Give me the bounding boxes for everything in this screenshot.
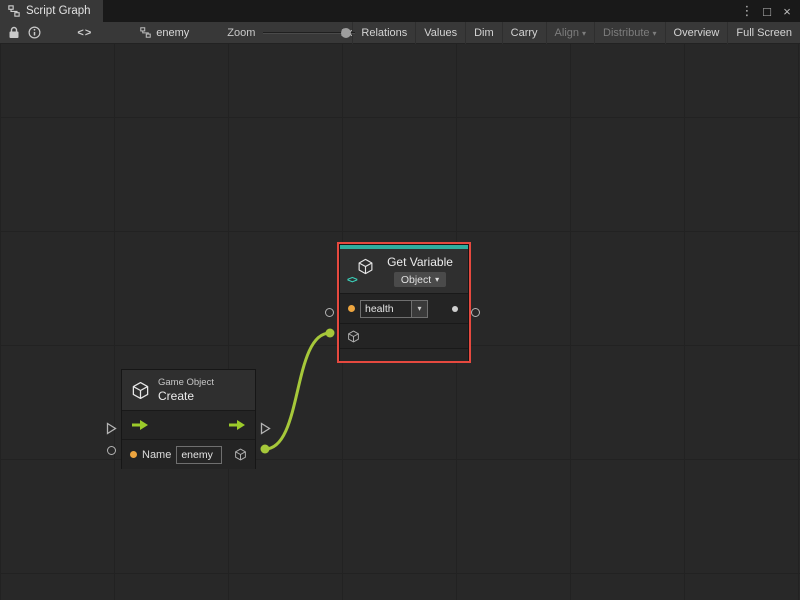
flow-out-arrow-icon [229, 420, 245, 430]
variable-cube-icon: <> [348, 258, 374, 284]
gameobject-cube-icon [347, 330, 360, 343]
name-row: Name [122, 440, 255, 469]
menu-icon[interactable]: ⋮ [738, 3, 756, 19]
node-header[interactable]: <> Get Variable Object ▾ [340, 249, 468, 293]
node-header[interactable]: Game Object Create [122, 370, 255, 410]
caret-down-icon: ▾ [582, 29, 586, 38]
carry-button[interactable]: Carry [502, 22, 546, 44]
variable-name-dropdown[interactable]: ▾ [412, 300, 428, 318]
lock-icon[interactable] [8, 22, 20, 44]
flow-in-arrow-icon [132, 420, 148, 430]
variable-name-field[interactable] [360, 300, 412, 318]
overview-button[interactable]: Overview [665, 22, 728, 44]
toolbar-buttons: Relations Values Dim Carry Align▾ Distri… [352, 22, 800, 44]
connection-wire[interactable] [265, 333, 330, 449]
distribute-button: Distribute▾ [594, 22, 664, 44]
string-port-icon [130, 451, 137, 458]
zoom-slider[interactable] [263, 22, 334, 44]
toolbar: <> enemy Zoom 1x Relations Values Dim Ca… [0, 22, 800, 44]
flow-row [122, 411, 255, 439]
graph-canvas[interactable]: <> Get Variable Object ▾ ▾ [0, 44, 800, 600]
name-input-port[interactable] [107, 446, 116, 455]
value-output-port[interactable] [471, 308, 480, 317]
node-title: Get Variable [387, 255, 453, 269]
value-output-icon [452, 306, 458, 312]
code-icon[interactable]: <> [77, 27, 92, 39]
name-label: Name [142, 449, 171, 461]
variable-name-row: ▾ [340, 294, 468, 323]
titlebar: Script Graph ⋮ □ × [0, 0, 800, 22]
string-port-icon [348, 305, 355, 312]
relations-button[interactable]: Relations [352, 22, 415, 44]
graph-icon [8, 5, 20, 17]
node-subtitle: Game Object [158, 377, 214, 388]
name-field[interactable] [176, 446, 222, 464]
flow-input-port[interactable] [106, 422, 117, 440]
variable-kind-dropdown[interactable]: Object ▾ [394, 272, 446, 287]
info-icon[interactable] [28, 22, 41, 44]
caret-down-icon: ▾ [653, 29, 657, 38]
graph-name-group: enemy [140, 27, 189, 39]
zoom-handle[interactable] [341, 28, 351, 38]
tab-label: Script Graph [26, 5, 91, 17]
fullscreen-button[interactable]: Full Screen [727, 22, 800, 44]
port-connected-output[interactable] [261, 445, 270, 454]
dim-button[interactable]: Dim [465, 22, 502, 44]
node-create[interactable]: Game Object Create Name [121, 369, 256, 469]
align-button: Align▾ [546, 22, 594, 44]
values-button[interactable]: Values [415, 22, 465, 44]
code-icon: <> [347, 275, 357, 286]
gameobject-output-cube-icon [234, 448, 247, 461]
close-icon[interactable]: × [778, 4, 796, 19]
variable-kind-value: Object [401, 274, 431, 286]
caret-down-icon: ▾ [417, 304, 421, 313]
tab-script-graph[interactable]: Script Graph [0, 0, 103, 22]
node-title: Create [158, 389, 214, 403]
port-connected-input[interactable] [326, 329, 335, 338]
graph-name: enemy [156, 27, 189, 39]
source-object-row [340, 324, 468, 348]
caret-down-icon: ▾ [435, 275, 439, 284]
flow-output-port[interactable] [260, 422, 271, 440]
node-get-variable[interactable]: <> Get Variable Object ▾ ▾ [339, 244, 469, 361]
node-footer [340, 349, 468, 361]
graph-icon [140, 27, 151, 38]
zoom-label: Zoom [227, 27, 255, 39]
gameobject-cube-icon [131, 381, 150, 400]
name-input-port[interactable] [325, 308, 334, 317]
maximize-icon[interactable]: □ [758, 4, 776, 19]
